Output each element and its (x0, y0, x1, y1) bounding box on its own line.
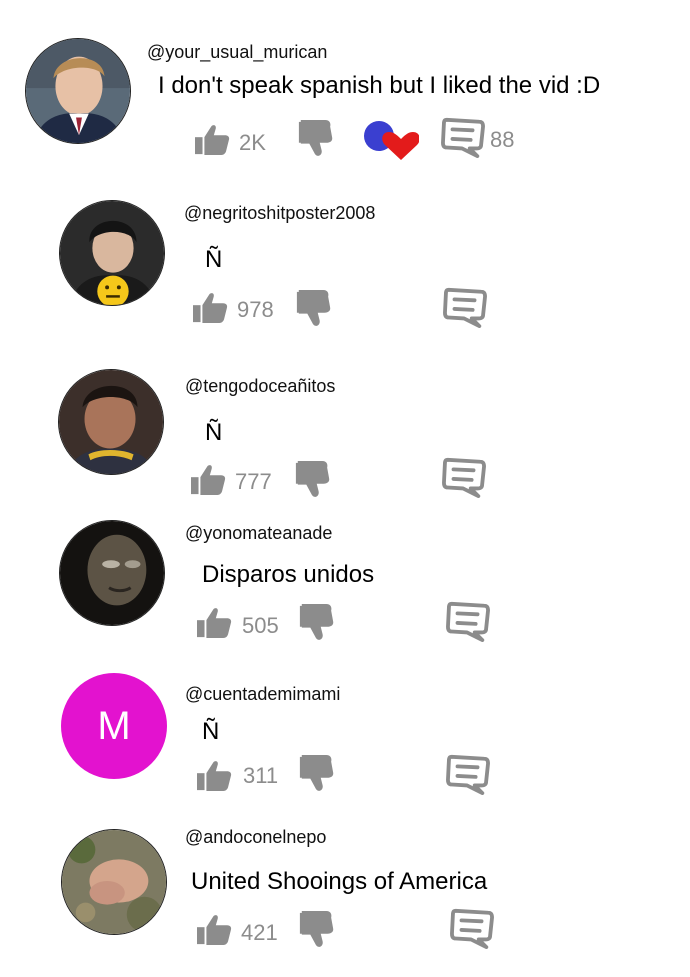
dislike-icon[interactable] (297, 118, 333, 158)
comment-item: @yonomateanade Disparos unidos 505 (0, 495, 690, 655)
reply-icon[interactable] (442, 456, 486, 498)
comment-username[interactable]: @negritoshitposter2008 (184, 203, 375, 224)
comments-screen: { "comments": [ { "username": "@your_usu… (0, 0, 690, 977)
like-count: 421 (241, 920, 278, 945)
avatar[interactable] (59, 520, 165, 626)
reply-icon[interactable] (441, 116, 485, 158)
reply-icon[interactable] (443, 286, 487, 328)
dislike-icon[interactable] (298, 909, 334, 949)
comment-item: @your_usual_murican I don't speak spanis… (0, 0, 690, 160)
avatar[interactable] (59, 200, 165, 306)
dislike-icon[interactable] (298, 753, 334, 793)
comment-username[interactable]: @andoconelnepo (185, 827, 326, 848)
dislike-icon[interactable] (294, 459, 330, 499)
reply-count: 88 (490, 127, 515, 152)
reply-icon[interactable] (446, 753, 490, 795)
reply-icon[interactable] (450, 907, 494, 949)
avatar-letter: M (97, 703, 131, 748)
comment-text: Ñ (202, 718, 220, 745)
avatar[interactable]: M (61, 673, 167, 779)
comment-item: @negritoshitposter2008 Ñ 978 (0, 170, 690, 330)
like-count: 777 (235, 469, 272, 494)
like-icon[interactable] (188, 464, 226, 496)
like-icon[interactable] (194, 760, 232, 792)
comment-username[interactable]: @tengodoceañitos (185, 376, 335, 397)
like-count: 2K (239, 130, 266, 155)
like-count: 978 (237, 297, 274, 322)
comment-text: I don't speak spanish but I liked the vi… (158, 72, 601, 99)
reply-icon[interactable] (446, 600, 490, 642)
like-icon[interactable] (194, 914, 232, 946)
comment-username[interactable]: @cuentademimami (185, 684, 340, 705)
like-count: 505 (242, 613, 279, 638)
avatar[interactable] (25, 38, 131, 144)
dislike-icon[interactable] (295, 288, 331, 328)
comment-item: @tengodoceañitos Ñ 777 (0, 345, 690, 505)
comment-text: Ñ (205, 246, 223, 273)
comment-item: M @cuentademimami Ñ 311 (0, 660, 690, 820)
comment-text: United Shooings of America (191, 868, 488, 895)
avatar[interactable] (58, 369, 164, 475)
comment-text: Ñ (205, 419, 223, 446)
like-icon[interactable] (190, 292, 228, 324)
comment-item: @andoconelnepo United Shooings of Americ… (0, 815, 690, 975)
like-count: 311 (243, 763, 279, 788)
creator-heart-icon (363, 118, 419, 162)
dislike-icon[interactable] (298, 602, 334, 642)
avatar[interactable] (61, 829, 167, 935)
comment-username[interactable]: @your_usual_murican (147, 42, 327, 63)
comment-username[interactable]: @yonomateanade (185, 523, 332, 544)
like-icon[interactable] (194, 607, 232, 639)
like-icon[interactable] (192, 124, 230, 156)
comment-text: Disparos unidos (202, 561, 375, 588)
